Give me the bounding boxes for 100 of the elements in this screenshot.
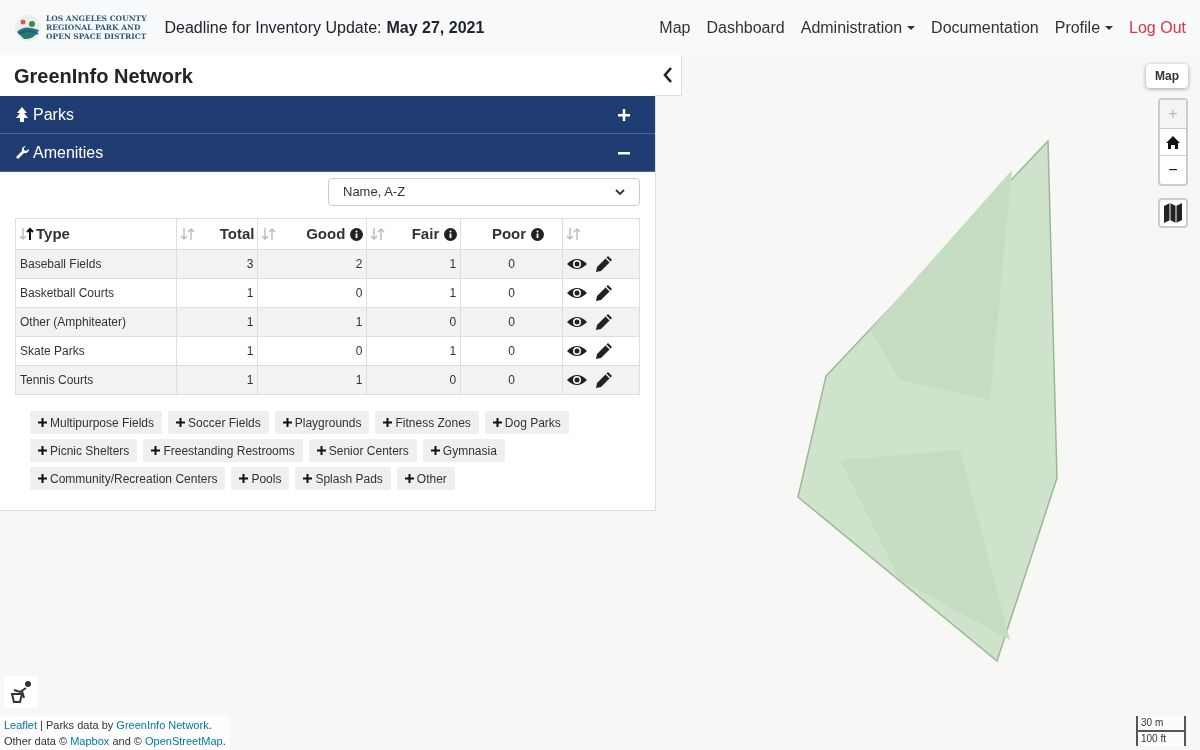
table-cell: 1 xyxy=(246,373,254,387)
attribution-text: | Parks data by xyxy=(39,719,115,731)
wrench-icon xyxy=(15,145,29,160)
pencil-icon xyxy=(595,255,614,273)
nav-link[interactable]: Dashboard xyxy=(706,15,785,40)
table-cell: 0 xyxy=(508,257,515,271)
table-cell: Skate Parks xyxy=(20,344,85,358)
table-cell: 0 xyxy=(508,373,515,387)
table-cell: 1 xyxy=(246,344,254,358)
basemap-button[interactable] xyxy=(1158,198,1188,228)
edit-button[interactable] xyxy=(595,255,614,273)
attribution-link[interactable]: GreenInfo Network xyxy=(116,719,209,731)
eye-icon xyxy=(567,257,588,271)
plus-icon xyxy=(38,418,47,427)
edit-button[interactable] xyxy=(595,371,614,389)
add-amenity-button[interactable]: Gymnasia xyxy=(422,439,505,462)
add-amenity-button[interactable]: Community/Recreation Centers xyxy=(30,467,226,490)
add-amenity-button[interactable]: Multipurpose Fields xyxy=(30,411,163,434)
nav-link[interactable]: Profile xyxy=(1054,15,1114,40)
eye-icon xyxy=(567,373,588,387)
section-header-button[interactable]: Amenities xyxy=(0,134,655,172)
table-cell: 1 xyxy=(246,315,254,329)
add-amenity-button[interactable]: Freestanding Restrooms xyxy=(143,439,303,462)
attribution-link[interactable]: OpenStreetMap xyxy=(145,735,223,747)
pencil-icon xyxy=(595,284,614,302)
edit-button[interactable] xyxy=(595,313,614,331)
deadline-label: Deadline for Inventory Update: xyxy=(164,17,382,38)
panel-title: GreenInfo Network xyxy=(14,63,193,89)
nav-link[interactable]: Documentation xyxy=(931,15,1039,40)
attribution-text: . xyxy=(222,735,226,747)
table-cell: 0 xyxy=(449,315,457,329)
home-button[interactable] xyxy=(1160,128,1186,156)
map-logo-icon xyxy=(4,676,38,708)
add-amenity-button[interactable]: Senior Centers xyxy=(308,439,417,462)
plus-icon xyxy=(492,418,502,427)
attribution-text: and © xyxy=(111,735,143,747)
view-button[interactable] xyxy=(567,257,588,271)
tree-icon xyxy=(15,107,29,122)
plus-icon xyxy=(383,418,393,427)
collapse-panel-button[interactable] xyxy=(655,55,682,96)
plus-icon xyxy=(282,418,292,427)
table-cell: 1 xyxy=(355,315,363,329)
nav-link[interactable]: Map xyxy=(659,15,691,40)
plus-icon xyxy=(404,474,414,483)
pencil-icon xyxy=(595,371,614,389)
eye-icon xyxy=(567,315,588,329)
layer-button[interactable]: Map xyxy=(1146,64,1188,88)
table-cell: Basketball Courts xyxy=(20,286,115,300)
table-cell: 1 xyxy=(449,257,457,271)
table-cell: Tennis Courts xyxy=(20,373,94,387)
attribution-text: . xyxy=(208,719,212,731)
table-cell: 2 xyxy=(355,257,363,271)
view-button[interactable] xyxy=(567,344,588,358)
view-button[interactable] xyxy=(567,286,588,300)
plus-icon xyxy=(430,446,440,455)
chevron-down-icon xyxy=(615,189,625,195)
scale-bar: 30 m xyxy=(1136,716,1186,732)
section-header-button[interactable]: Parks xyxy=(0,96,655,134)
logo-icon xyxy=(14,13,42,42)
table-cell: 0 xyxy=(355,344,363,358)
add-amenity-button[interactable]: Soccer Fields xyxy=(168,411,269,434)
caret-icon xyxy=(907,25,916,30)
plus-icon xyxy=(38,474,47,483)
add-amenity-button[interactable]: Splash Pads xyxy=(295,467,391,490)
pencil-icon xyxy=(595,342,614,360)
map-icon xyxy=(1164,203,1182,223)
attribution-link[interactable]: Leaflet xyxy=(4,719,38,731)
eye-icon xyxy=(567,344,588,358)
plus-icon xyxy=(239,474,249,483)
table-cell: 1 xyxy=(355,373,363,387)
nav-link[interactable]: Administration xyxy=(800,15,916,40)
deadline-date: May 27, 2021 xyxy=(386,17,485,38)
attribution-link[interactable]: Mapbox xyxy=(70,735,110,747)
nav-link[interactable]: Log Out xyxy=(1129,15,1186,40)
table-cell: 1 xyxy=(246,286,254,300)
chevron-left-icon xyxy=(663,67,673,83)
eye-icon xyxy=(567,286,588,300)
attribution-text: Other data © xyxy=(4,735,69,747)
view-button[interactable] xyxy=(567,373,588,387)
add-amenity-button[interactable]: Pools xyxy=(231,467,290,490)
home-icon xyxy=(1166,135,1180,149)
add-amenity-button[interactable]: Fitness Zones xyxy=(375,411,479,434)
table-cell: Baseball Fields xyxy=(20,257,102,271)
edit-button[interactable] xyxy=(595,284,614,302)
column-header[interactable]: Type xyxy=(36,222,70,246)
table-cell: 1 xyxy=(449,344,457,358)
sort-dropdown[interactable]: Name, A-Z xyxy=(328,178,640,206)
table-cell: Other (Amphiteater) xyxy=(20,315,127,329)
view-button[interactable] xyxy=(567,315,588,329)
scale-bar: 100 ft xyxy=(1136,732,1186,746)
add-amenity-button[interactable]: Picnic Shelters xyxy=(30,439,138,462)
caret-icon xyxy=(1105,25,1114,30)
zoom-out-button[interactable]: − xyxy=(1160,156,1186,184)
add-amenity-button[interactable]: Playgrounds xyxy=(274,411,370,434)
plus-icon xyxy=(316,446,326,455)
table-cell: 0 xyxy=(508,315,515,329)
add-amenity-button[interactable]: Other xyxy=(396,467,455,490)
edit-button[interactable] xyxy=(595,342,614,360)
add-amenity-button[interactable]: Dog Parks xyxy=(484,411,569,434)
table-cell: 3 xyxy=(246,257,254,271)
